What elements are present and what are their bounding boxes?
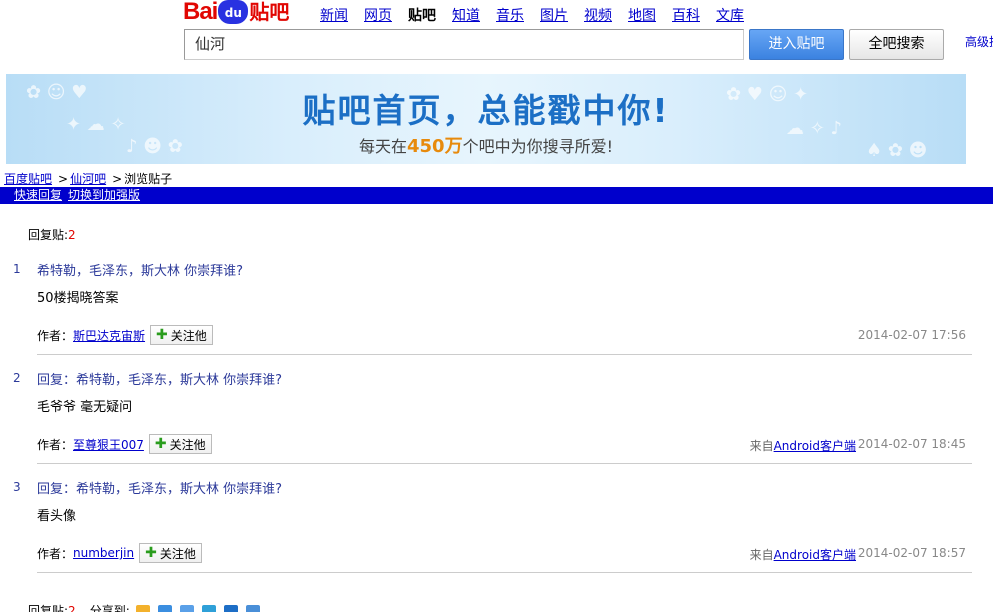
breadcrumb-forum[interactable]: 仙河吧 bbox=[70, 172, 106, 186]
post-body: 看头像 bbox=[37, 509, 77, 524]
breadcrumb-current: 浏览贴子 bbox=[124, 172, 173, 186]
author-label: 作者： bbox=[37, 546, 74, 561]
switch-enhanced-link[interactable]: 切换到加强版 bbox=[68, 188, 140, 202]
top-nav: 新闻 网页 贴吧 知道 音乐 图片 视频 地图 百科 文库 bbox=[320, 5, 760, 25]
source-link[interactable]: Android客户端 bbox=[774, 548, 856, 562]
reply-count-value: 2 bbox=[68, 228, 76, 242]
post-title: 回复：希特勒，毛泽东，斯大林 你崇拜谁? bbox=[37, 482, 283, 497]
banner-title: 贴吧首页，总能戳中你! bbox=[302, 91, 670, 130]
reply-count-label: 回复贴: bbox=[28, 228, 69, 242]
post-body: 毛爷爷 毫无疑问 bbox=[37, 400, 133, 415]
plus-icon: ✚ bbox=[145, 545, 157, 561]
nav-images[interactable]: 图片 bbox=[540, 5, 568, 25]
author-link[interactable]: numberjin bbox=[73, 546, 134, 560]
author-link[interactable]: 至尊狠王007 bbox=[73, 436, 144, 453]
search-all-button[interactable]: 全吧搜索 bbox=[849, 29, 944, 60]
footer-reply-value: 2 bbox=[68, 603, 76, 612]
advanced-search-link[interactable]: 高级搜 bbox=[965, 33, 993, 50]
post-body: 50楼揭晓答案 bbox=[37, 291, 119, 306]
source-prefix: 来自 bbox=[749, 439, 774, 453]
follow-button[interactable]: ✚ 关注他 bbox=[139, 543, 202, 563]
follow-label: 关注他 bbox=[170, 328, 207, 343]
follow-label: 关注他 bbox=[169, 437, 206, 452]
post-time: 2014-02-07 17:56 bbox=[857, 328, 966, 342]
follow-button[interactable]: ✚ 关注他 bbox=[150, 325, 213, 345]
quick-reply-link[interactable]: 快速回复 bbox=[14, 188, 62, 202]
follow-label: 关注他 bbox=[159, 546, 196, 561]
breadcrumb: 百度贴吧 > 仙河吧 > 浏览贴子 bbox=[4, 170, 172, 187]
banner-sub-number: 450万 bbox=[407, 136, 463, 157]
source-prefix: 来自 bbox=[749, 548, 774, 562]
footer-reply-label: 回复贴: bbox=[28, 604, 69, 612]
nav-web[interactable]: 网页 bbox=[364, 5, 392, 25]
post-index: 3 bbox=[13, 480, 21, 494]
follow-button[interactable]: ✚ 关注他 bbox=[148, 434, 212, 454]
breadcrumb-home[interactable]: 百度贴吧 bbox=[4, 172, 52, 186]
logo-bai: Bai bbox=[183, 0, 218, 25]
search-input[interactable]: 仙河 bbox=[184, 29, 744, 60]
author-label: 作者： bbox=[37, 328, 74, 343]
nav-news[interactable]: 新闻 bbox=[320, 5, 348, 25]
promo-banner[interactable]: ✿ ☺ ♥ ✦ ☁ ✧ ♪ ☻ ✿ ✿ ♥ ☺ ✦ ☁ ✧ ♪ ♠ ✿ ☻ 贴吧… bbox=[6, 74, 966, 164]
author-label: 作者： bbox=[37, 437, 74, 452]
divider bbox=[37, 463, 972, 464]
post-source: 来自Android客户端 bbox=[750, 546, 856, 563]
post-author: 作者： 斯巴达克宙斯 ✚ 关注他 bbox=[37, 325, 213, 345]
nav-map[interactable]: 地图 bbox=[628, 5, 656, 25]
plus-icon: ✚ bbox=[156, 327, 168, 343]
action-bar: 快速回复 切换到加强版 bbox=[0, 187, 993, 204]
footer-reply-row: 回复贴: 2 分享到: bbox=[28, 602, 268, 612]
logo-paw-icon: du bbox=[218, 0, 249, 24]
post-source: 来自Android客户端 bbox=[750, 437, 856, 454]
share-label: 分享到: bbox=[89, 604, 130, 612]
post-index: 1 bbox=[13, 262, 21, 276]
plus-icon: ✚ bbox=[154, 436, 167, 452]
banner-sub-prefix: 每天在 bbox=[358, 137, 407, 156]
share-more-icon[interactable] bbox=[245, 604, 260, 612]
share-tqq-icon[interactable] bbox=[201, 604, 216, 612]
nav-tieba[interactable]: 贴吧 bbox=[408, 5, 436, 25]
share-kaixin-icon[interactable] bbox=[223, 604, 238, 612]
nav-wenku[interactable]: 文库 bbox=[716, 5, 744, 25]
post-author: 作者： 至尊狠王007 ✚ 关注他 bbox=[37, 434, 212, 454]
reply-count: 回复贴:2 bbox=[28, 226, 76, 243]
source-link[interactable]: Android客户端 bbox=[774, 439, 856, 453]
nav-zhidao[interactable]: 知道 bbox=[452, 5, 480, 25]
breadcrumb-sep: > bbox=[112, 172, 123, 186]
logo-tieba: 贴吧 bbox=[249, 0, 290, 24]
post-title: 回复：希特勒，毛泽东，斯大林 你崇拜谁? bbox=[37, 373, 283, 388]
breadcrumb-sep: > bbox=[58, 172, 69, 186]
banner-sub-suffix: 个吧中为你搜寻所爱! bbox=[462, 137, 613, 156]
post-index: 2 bbox=[13, 371, 21, 385]
nav-baike[interactable]: 百科 bbox=[672, 5, 700, 25]
divider bbox=[37, 354, 972, 355]
nav-video[interactable]: 视频 bbox=[584, 5, 612, 25]
banner-subtitle: 每天在450万个吧中为你搜寻所爱! bbox=[6, 132, 966, 158]
post-time: 2014-02-07 18:45 bbox=[857, 437, 966, 451]
baidu-tieba-logo[interactable]: Bai du 贴吧 bbox=[183, 0, 289, 26]
divider bbox=[37, 572, 972, 573]
share-qzone-icon[interactable] bbox=[135, 604, 150, 612]
post-author: 作者： numberjin ✚ 关注他 bbox=[37, 543, 202, 563]
share-renren-icon[interactable] bbox=[179, 604, 194, 612]
post-time: 2014-02-07 18:57 bbox=[857, 546, 966, 560]
post-title: 希特勒，毛泽东，斯大林 你崇拜谁? bbox=[37, 264, 244, 279]
author-link[interactable]: 斯巴达克宙斯 bbox=[73, 327, 145, 344]
share-weibo-icon[interactable] bbox=[157, 604, 172, 612]
enter-forum-button[interactable]: 进入贴吧 bbox=[749, 29, 844, 60]
nav-music[interactable]: 音乐 bbox=[496, 5, 524, 25]
